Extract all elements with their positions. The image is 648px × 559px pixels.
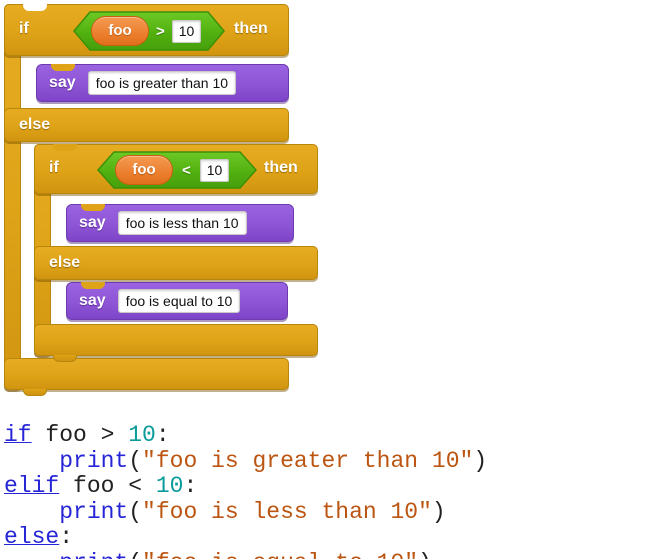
code-token-function: print	[59, 550, 128, 559]
outer-variable-oval[interactable]: foo	[91, 16, 149, 46]
code-token-plain: :	[59, 524, 74, 550]
code-token-function: print	[59, 447, 129, 474]
say2-text-value: foo is less than 10	[125, 215, 239, 231]
code-token-plain: <	[128, 473, 143, 499]
inner-if-keyword: if	[49, 159, 59, 176]
inner-predicate-hexagon[interactable]: foo < 10	[97, 151, 257, 189]
outer-number-field[interactable]: 10	[171, 19, 202, 43]
inner-number-field[interactable]: 10	[199, 158, 230, 182]
code-token-plain: )	[418, 550, 432, 559]
outer-if-spine	[4, 4, 21, 390]
say-block-greater[interactable]: say foo is greater than 10	[36, 64, 289, 102]
code-token-keyword: else	[4, 524, 60, 550]
outer-predicate-hexagon[interactable]: foo > 10	[73, 11, 225, 51]
outer-if-header[interactable]: if foo > 10 then	[4, 4, 289, 56]
inner-else-keyword: else	[49, 254, 81, 271]
say2-label: say	[79, 214, 106, 231]
code-token-string: "foo is greater than 10"	[142, 447, 474, 474]
inner-then-keyword: then	[264, 159, 298, 176]
inner-if-top-notch	[53, 144, 77, 151]
say1-label: say	[49, 74, 76, 91]
inner-else-row[interactable]: else	[34, 246, 318, 280]
say3-label: say	[79, 292, 106, 309]
code-token-number: 10	[155, 473, 184, 499]
outer-if-top-notch	[23, 4, 47, 11]
say1-text-value: foo is greater than 10	[95, 75, 229, 91]
say3-text-field[interactable]: foo is equal to 10	[117, 289, 241, 313]
python-code-block: if foo > 10: print("foo is greater than …	[4, 422, 648, 559]
code-token-function: print	[59, 498, 129, 525]
say-block-less[interactable]: say foo is less than 10	[66, 204, 294, 242]
outer-number-value: 10	[178, 23, 195, 39]
code-token-plain: >	[100, 422, 115, 448]
say-block-equal[interactable]: say foo is equal to 10	[66, 282, 288, 320]
say3-text-value: foo is equal to 10	[125, 293, 233, 309]
code-token-keyword: if	[4, 422, 32, 448]
say1-text-field[interactable]: foo is greater than 10	[87, 71, 237, 95]
code-token-plain: foo	[59, 473, 129, 499]
code-token-number: 10	[128, 422, 156, 448]
code-token-plain: (	[128, 498, 143, 525]
code-token-plain: (	[128, 550, 142, 559]
code-token-keyword: elif	[4, 473, 60, 499]
code-token-plain: :	[183, 473, 198, 499]
outer-if-bottom-notch	[23, 389, 47, 396]
code-token-string: "foo is equal to 10"	[142, 550, 418, 559]
outer-operator-label: >	[156, 22, 165, 40]
outer-variable-label: foo	[108, 22, 132, 39]
code-token-plain: )	[431, 498, 446, 525]
outer-else-keyword: else	[19, 116, 51, 133]
inner-variable-oval[interactable]: foo	[115, 155, 173, 185]
say2-text-field[interactable]: foo is less than 10	[117, 211, 247, 235]
code-token-plain: :	[155, 422, 170, 448]
code-token-plain: (	[128, 447, 143, 474]
inner-operator-label: <	[182, 161, 191, 179]
code-token-plain: foo	[31, 422, 101, 448]
outer-then-keyword: then	[234, 20, 268, 37]
inner-variable-label: foo	[132, 161, 156, 178]
inner-if-footer[interactable]	[34, 324, 318, 362]
outer-if-keyword: if	[19, 20, 29, 37]
inner-if-header[interactable]: if foo < 10 then	[34, 144, 318, 194]
inner-number-value: 10	[206, 162, 223, 178]
inner-if-bottom-notch	[53, 355, 77, 362]
outer-if-footer[interactable]	[4, 358, 289, 396]
code-token-plain: )	[473, 447, 488, 474]
scratch-python-comparison: if foo > 10 then say foo is greater than…	[0, 0, 648, 559]
outer-else-row[interactable]: else	[4, 108, 289, 142]
code-token-string: "foo is less than 10"	[142, 498, 432, 525]
